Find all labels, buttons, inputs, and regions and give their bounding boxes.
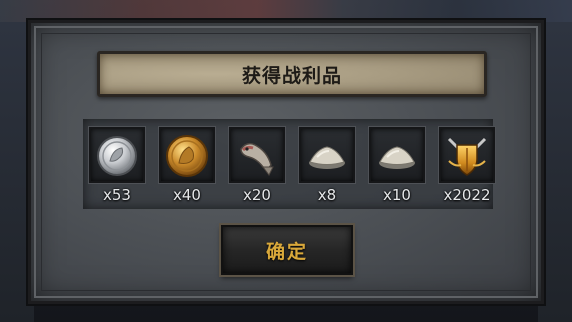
reward-slot[interactable] [369,127,425,183]
confirm-button[interactable]: 确定 [221,225,353,275]
reward-item[interactable]: x2022 [437,119,499,205]
dialog-title: 获得战利品 [241,64,342,87]
reward-item[interactable]: x40 [157,119,219,205]
title-banner: 获得战利品 [97,51,487,97]
reward-quantity: x20 [243,186,271,204]
reward-slot[interactable] [439,127,495,183]
reward-quantity: x8 [317,186,337,204]
fish-icon [240,142,274,176]
loot-dialog: 获得战利品 x53 x40 x20 x8 x10 x2022 确定 [28,20,544,304]
reward-slot[interactable] [89,127,145,183]
reward-item[interactable]: x20 [227,119,289,205]
shield-crest-icon [447,137,487,176]
gold-coin-icon [166,135,208,177]
rewards-strip: x53 x40 x20 x8 x10 x2022 [83,119,495,209]
reward-quantity: x53 [103,186,131,204]
reward-item[interactable]: x53 [87,119,149,205]
reward-slot[interactable] [159,127,215,183]
reward-slot[interactable] [229,127,285,183]
salt-pile-icon [309,146,345,169]
reward-quantity: x10 [383,186,411,204]
reward-item[interactable]: x8 [297,119,359,205]
reward-quantity: x40 [173,186,201,204]
reward-item[interactable]: x10 [367,119,429,205]
silver-coin-icon [97,136,137,176]
game-screen: 获得战利品 x53 x40 x20 x8 x10 x2022 确定 [0,0,572,322]
background-blur-top [0,0,572,22]
reward-slot[interactable] [299,127,355,183]
confirm-label: 确定 [265,240,308,263]
salt-pile-icon [379,146,415,169]
reward-quantity: x2022 [443,186,491,204]
